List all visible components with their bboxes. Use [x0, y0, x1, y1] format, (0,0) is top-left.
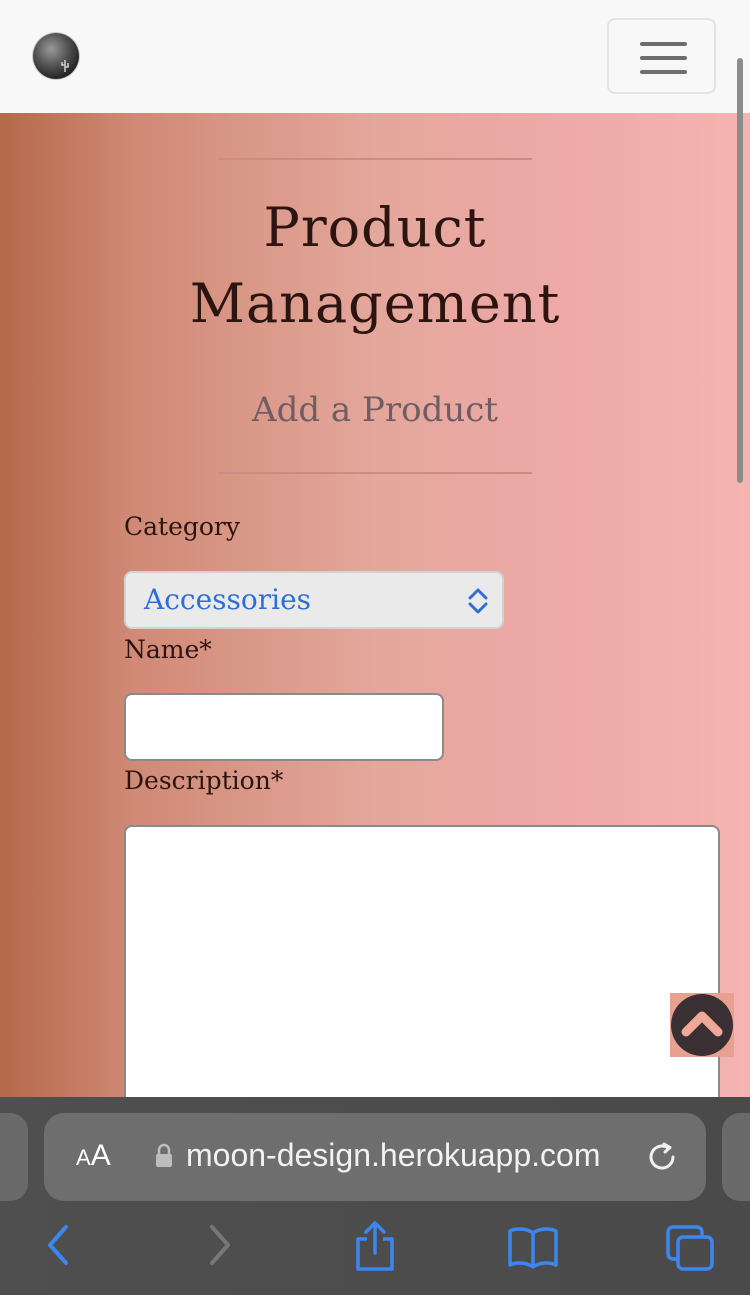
hamburger-icon: [640, 42, 687, 46]
reload-icon[interactable]: [644, 1139, 680, 1175]
cactus-icon: [61, 60, 69, 72]
back-to-top-circle: [671, 994, 733, 1056]
divider-bottom: [218, 472, 532, 474]
address-bar[interactable]: AA moon-design.herokuapp.com: [44, 1113, 706, 1201]
previous-tab-peek[interactable]: [0, 1113, 28, 1201]
category-select[interactable]: Accessories: [124, 571, 504, 629]
logo[interactable]: [33, 33, 79, 79]
tabs-icon[interactable]: [664, 1223, 716, 1273]
text-size-button[interactable]: AA: [76, 1139, 111, 1173]
forward-icon[interactable]: [204, 1223, 236, 1267]
lock-icon: [156, 1143, 172, 1167]
name-field[interactable]: [124, 693, 444, 761]
select-arrows-icon: [468, 588, 488, 614]
description-label: Description*: [124, 766, 284, 795]
description-field[interactable]: [124, 825, 720, 1125]
back-icon[interactable]: [42, 1223, 74, 1267]
next-tab-peek[interactable]: [722, 1113, 750, 1201]
page-title: Product Management: [160, 190, 590, 342]
url-text: moon-design.herokuapp.com: [186, 1137, 601, 1173]
category-label: Category: [124, 512, 241, 541]
navbar: [0, 0, 750, 113]
category-select-value: Accessories: [144, 583, 312, 616]
back-to-top-button[interactable]: [670, 993, 734, 1057]
page-scrollbar[interactable]: [737, 58, 743, 483]
share-icon[interactable]: [352, 1219, 398, 1273]
hamburger-icon: [640, 70, 687, 74]
bookmarks-icon[interactable]: [506, 1225, 560, 1269]
hamburger-icon: [640, 56, 687, 60]
page-subtitle: Add a Product: [252, 390, 498, 430]
name-label: Name*: [124, 635, 212, 664]
page-title-line1: Product: [263, 196, 487, 259]
page-title-line2: Management: [189, 272, 561, 335]
divider-top: [218, 158, 532, 160]
browser-toolbar: AA moon-design.herokuapp.com: [0, 1097, 750, 1295]
text-size-small-label: A: [76, 1145, 91, 1170]
text-size-large-label: A: [90, 1139, 111, 1172]
chevron-up-icon: [681, 1011, 723, 1037]
menu-toggle-button[interactable]: [607, 18, 716, 94]
